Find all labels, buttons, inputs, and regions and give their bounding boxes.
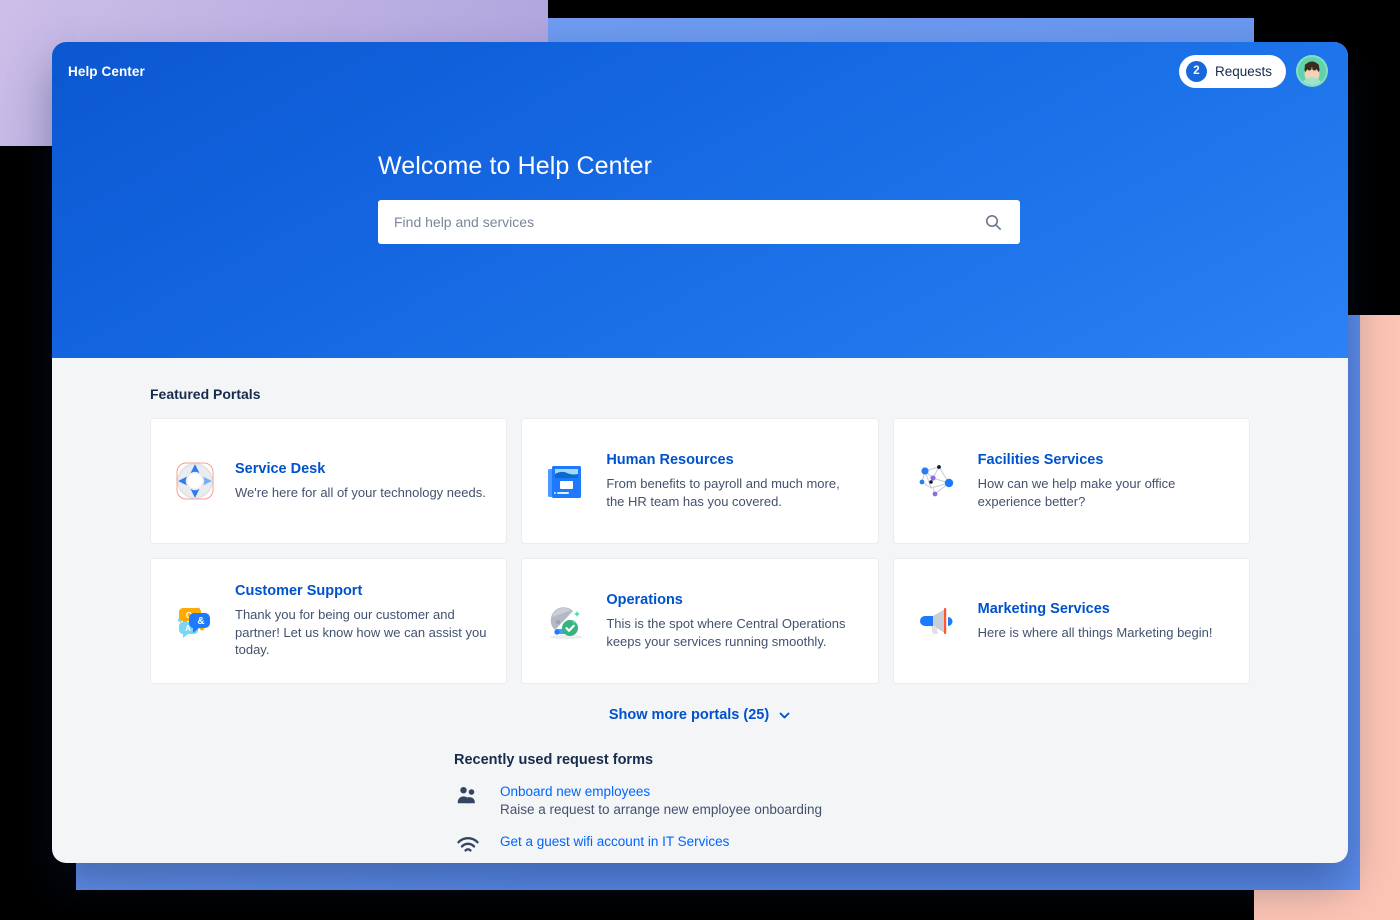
portal-card-operations[interactable]: Operations This is the spot where Centra… [521, 558, 878, 684]
portal-card-service-desk[interactable]: Service Desk We're here for all of your … [150, 418, 507, 544]
network-nodes-icon [912, 455, 964, 507]
life-ring-icon [169, 455, 221, 507]
portal-description: Thank you for being our customer and par… [235, 606, 488, 660]
portal-text: Customer Support Thank you for being our… [235, 583, 488, 660]
main-content: Featured Portals [52, 358, 1348, 854]
portal-text: Marketing Services Here is where all thi… [978, 601, 1231, 642]
form-link[interactable]: Onboard new employees [500, 784, 822, 799]
hero-content: Welcome to Help Center [378, 152, 1020, 244]
portal-card-human-resources[interactable]: Human Resources From benefits to payroll… [521, 418, 878, 544]
portal-name[interactable]: Customer Support [235, 583, 488, 599]
portal-description: From benefits to payroll and much more, … [606, 475, 859, 511]
form-description: Raise a request to arrange new employee … [500, 802, 822, 817]
portal-card-marketing-services[interactable]: Marketing Services Here is where all thi… [893, 558, 1250, 684]
portal-card-facilities-services[interactable]: Facilities Services How can we help make… [893, 418, 1250, 544]
show-more-label: Show more portals (25) [609, 707, 769, 723]
portal-description: This is the spot where Central Operation… [606, 615, 859, 651]
requests-label: Requests [1215, 64, 1272, 79]
backdrop-top-black [548, 0, 1400, 18]
speech-bubbles-icon: Q A & [169, 595, 221, 647]
backdrop-peach-bottom [1254, 890, 1400, 920]
list-item[interactable]: Get a guest wifi account in IT Services [454, 834, 1250, 854]
portal-text: Human Resources From benefits to payroll… [606, 452, 859, 511]
help-center-window: Help Center 2 Requests [52, 42, 1348, 863]
form-link[interactable]: Get a guest wifi account in IT Services [500, 834, 729, 849]
filing-cabinet-icon [540, 455, 592, 507]
avatar[interactable] [1296, 55, 1328, 87]
backdrop-peach-right [1360, 315, 1400, 920]
portal-name[interactable]: Service Desk [235, 461, 488, 477]
portal-name[interactable]: Operations [606, 592, 859, 608]
requests-count-badge: 2 [1186, 61, 1207, 82]
satellite-dish-icon [540, 595, 592, 647]
portal-card-customer-support[interactable]: Q A & Customer Support Thank you for bei… [150, 558, 507, 684]
search-box[interactable] [378, 200, 1020, 244]
featured-portals-title: Featured Portals [150, 386, 1250, 402]
portal-description: We're here for all of your technology ne… [235, 484, 488, 502]
page-title: Help Center [68, 64, 145, 79]
top-bar: Help Center 2 Requests [52, 42, 1348, 100]
hero-banner: Help Center 2 Requests [52, 42, 1348, 358]
people-icon [454, 784, 482, 806]
portal-name[interactable]: Human Resources [606, 452, 859, 468]
list-item-text: Onboard new employees Raise a request to… [500, 784, 822, 817]
portal-text: Operations This is the spot where Centra… [606, 592, 859, 651]
portal-name[interactable]: Marketing Services [978, 601, 1231, 617]
avatar-illustration [1298, 57, 1326, 85]
show-more-wrapper: Show more portals (25) [150, 706, 1250, 724]
portal-description: How can we help make your office experie… [978, 475, 1231, 511]
list-item[interactable]: Onboard new employees Raise a request to… [454, 784, 1250, 817]
top-bar-actions: 2 Requests [1179, 55, 1328, 88]
chevron-down-icon [778, 709, 791, 722]
portal-description: Here is where all things Marketing begin… [978, 624, 1231, 642]
portal-text: Facilities Services How can we help make… [978, 452, 1231, 511]
recent-forms-title: Recently used request forms [454, 752, 1250, 768]
portal-grid: Service Desk We're here for all of your … [150, 418, 1250, 684]
list-item-text: Get a guest wifi account in IT Services [500, 834, 729, 852]
wifi-icon [454, 834, 482, 854]
backdrop-bottom-black [0, 890, 1254, 920]
svg-text:&: & [197, 616, 204, 627]
requests-button[interactable]: 2 Requests [1179, 55, 1286, 88]
search-icon[interactable] [985, 214, 1020, 231]
welcome-heading: Welcome to Help Center [378, 152, 1020, 181]
recent-forms-section: Recently used request forms Onboard new … [150, 752, 1250, 854]
portal-text: Service Desk We're here for all of your … [235, 461, 488, 502]
search-input[interactable] [378, 200, 985, 244]
megaphone-icon [912, 595, 964, 647]
show-more-portals-button[interactable]: Show more portals (25) [609, 707, 791, 723]
portal-name[interactable]: Facilities Services [978, 452, 1231, 468]
